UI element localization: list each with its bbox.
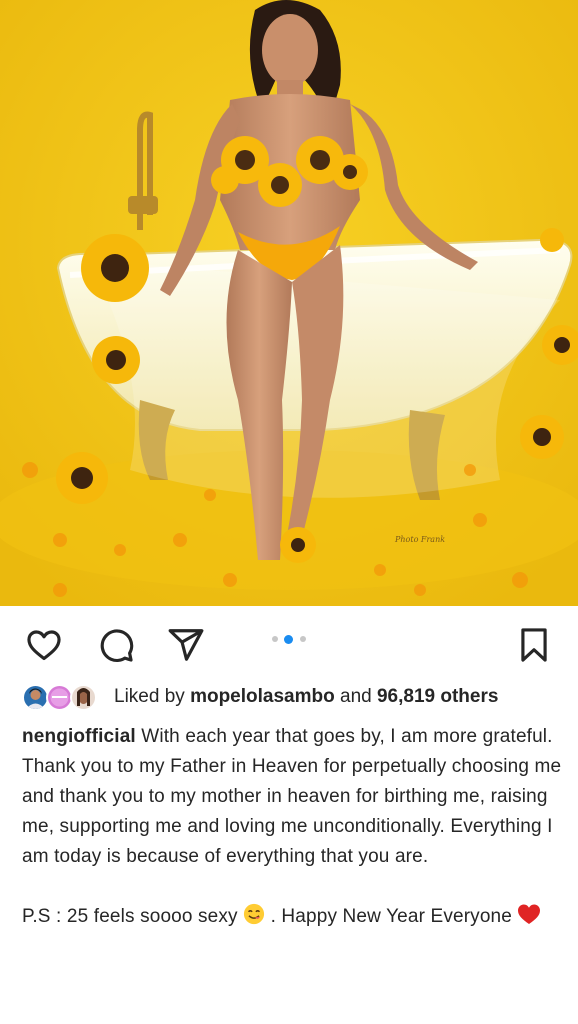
caption-ps-paragraph: P.S : 25 feels soooo sexy . Happy New Ye… — [22, 902, 562, 935]
carousel-dot — [272, 636, 278, 642]
avatar — [22, 684, 49, 711]
caption-text: With each year that goes by, I am more g… — [22, 726, 562, 867]
carousel-dot — [300, 636, 306, 642]
avatar — [46, 684, 73, 711]
photo-watermark: Photo Frank — [395, 535, 446, 544]
carousel-dot-active — [284, 635, 293, 644]
post-photo[interactable]: Photo Frank — [0, 0, 578, 606]
savoring-food-emoji-icon — [243, 903, 265, 935]
post-photo-illustration — [0, 0, 578, 606]
post-caption: nengiofficial With each year that goes b… — [22, 722, 562, 935]
caption-main-paragraph: nengiofficial With each year that goes b… — [22, 722, 562, 872]
likes-count[interactable]: 96,819 others — [377, 686, 498, 707]
likes-summary: Liked by mopelolasambo and 96,819 others — [114, 686, 498, 708]
likes-row[interactable]: Liked by mopelolasambo and 96,819 others — [22, 682, 562, 716]
likes-prefix: Liked by — [114, 686, 185, 707]
liker-avatars[interactable] — [22, 684, 112, 714]
caption-ps-text: P.S : 25 feels soooo sexy — [22, 906, 238, 927]
likes-and: and — [340, 686, 372, 707]
red-heart-emoji-icon — [517, 903, 541, 935]
carousel-indicator — [0, 635, 578, 646]
caption-ps-text-continued: . Happy New Year Everyone — [270, 906, 512, 927]
caption-username[interactable]: nengiofficial — [22, 726, 136, 747]
liker-username[interactable]: mopelolasambo — [190, 686, 335, 707]
avatar — [70, 684, 97, 711]
